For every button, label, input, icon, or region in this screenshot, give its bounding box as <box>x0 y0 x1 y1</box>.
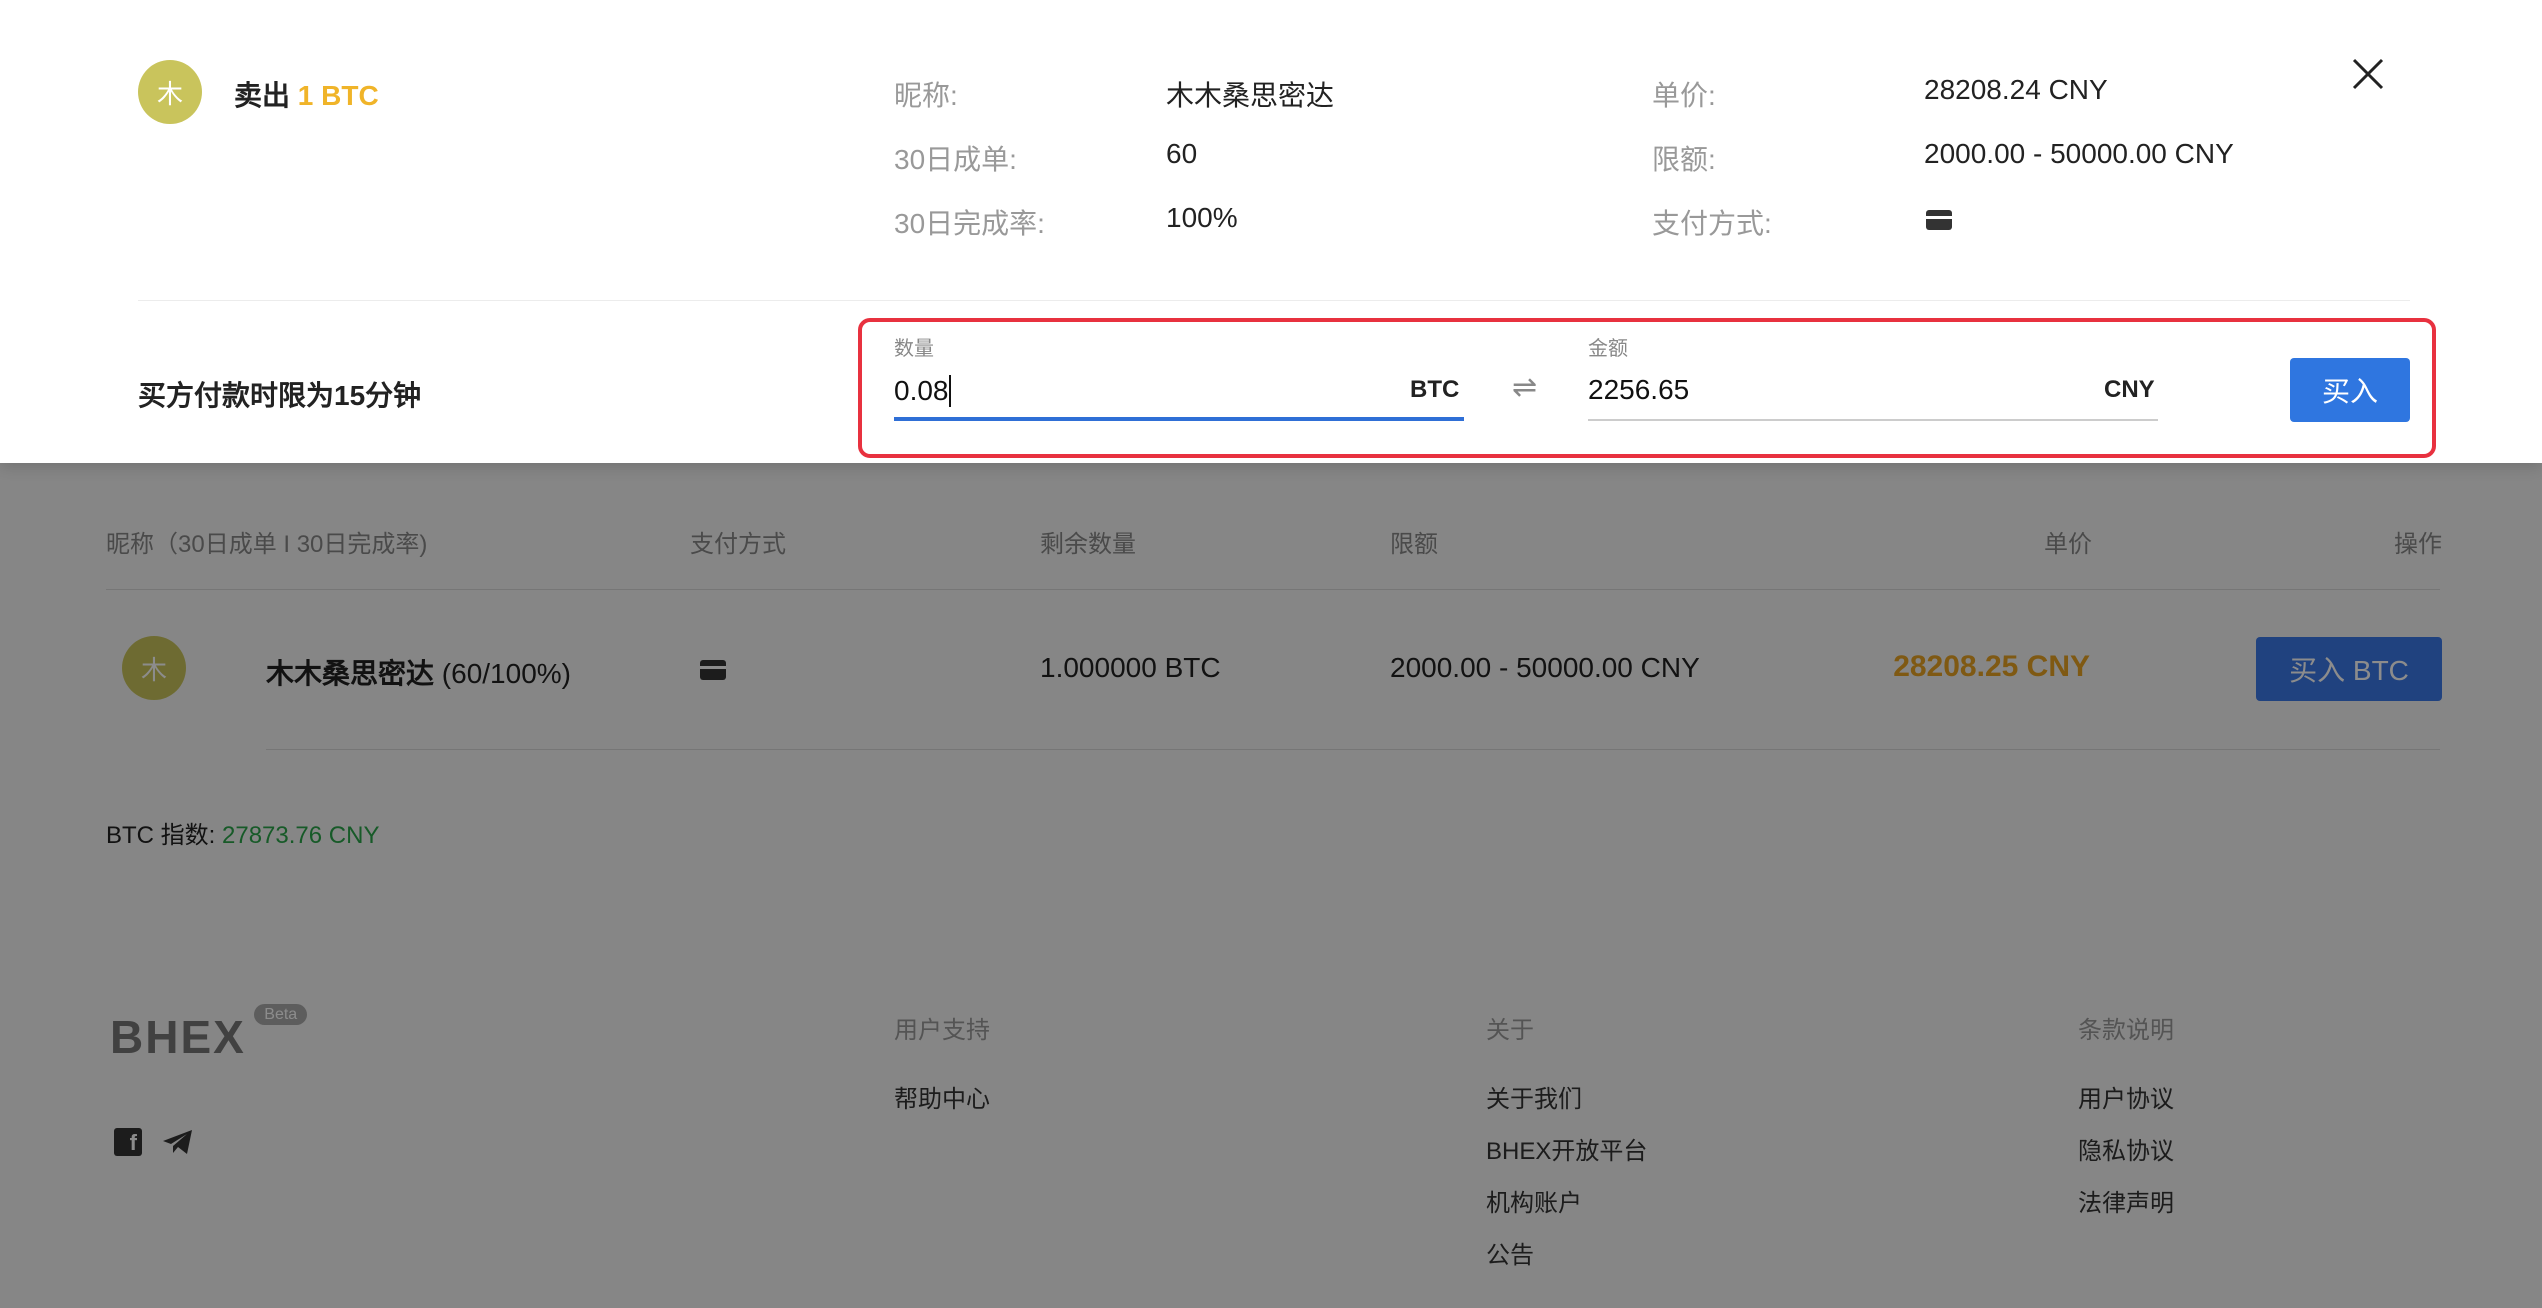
seller-avatar: 木 <box>138 60 202 124</box>
orders-30d-label: 30日成单: <box>894 144 1017 175</box>
modal-title: 卖出 1 BTC <box>234 74 379 114</box>
quantity-unit: BTC <box>1410 376 1460 403</box>
amount-underline <box>1588 419 2158 421</box>
buy-button[interactable]: 买入 <box>2290 358 2410 422</box>
quantity-label: 数量 <box>894 338 934 360</box>
limit-value: 2000.00 - 50000.00 CNY <box>1924 138 2234 169</box>
amount-input[interactable]: 2256.65 <box>1588 374 2088 406</box>
completion-label: 30日完成率: <box>894 208 1045 239</box>
price-value: 28208.24 CNY <box>1924 74 2108 105</box>
close-icon[interactable] <box>2350 56 2386 92</box>
price-label: 单价: <box>1652 80 1716 111</box>
amount-unit: CNY <box>2104 376 2155 403</box>
bank-card-icon <box>1926 210 1952 230</box>
payment-deadline: 买方付款时限为15分钟 <box>138 380 422 411</box>
buy-order-modal: 木 卖出 1 BTC 昵称: 木木桑思密达 30日成单: 60 30日完成率: … <box>0 0 2542 463</box>
completion-value: 100% <box>1166 202 1238 233</box>
quantity-value[interactable]: 0.08 <box>894 375 949 407</box>
quantity-input[interactable]: 0.08 <box>894 370 1464 412</box>
quantity-underline <box>894 417 1464 421</box>
orders-30d-value: 60 <box>1166 138 1198 169</box>
swap-icon[interactable]: ⇌ <box>1512 370 1537 405</box>
modal-title-amount: 1 BTC <box>297 80 379 111</box>
nickname-value: 木木桑思密达 <box>1166 80 1335 111</box>
modal-title-prefix: 卖出 <box>234 80 291 111</box>
text-caret <box>948 375 951 407</box>
payment-label: 支付方式: <box>1652 208 1772 239</box>
modal-divider <box>138 300 2410 301</box>
amount-label: 金额 <box>1588 338 1628 360</box>
limit-label: 限额: <box>1652 144 1716 175</box>
nickname-label: 昵称: <box>894 80 958 111</box>
